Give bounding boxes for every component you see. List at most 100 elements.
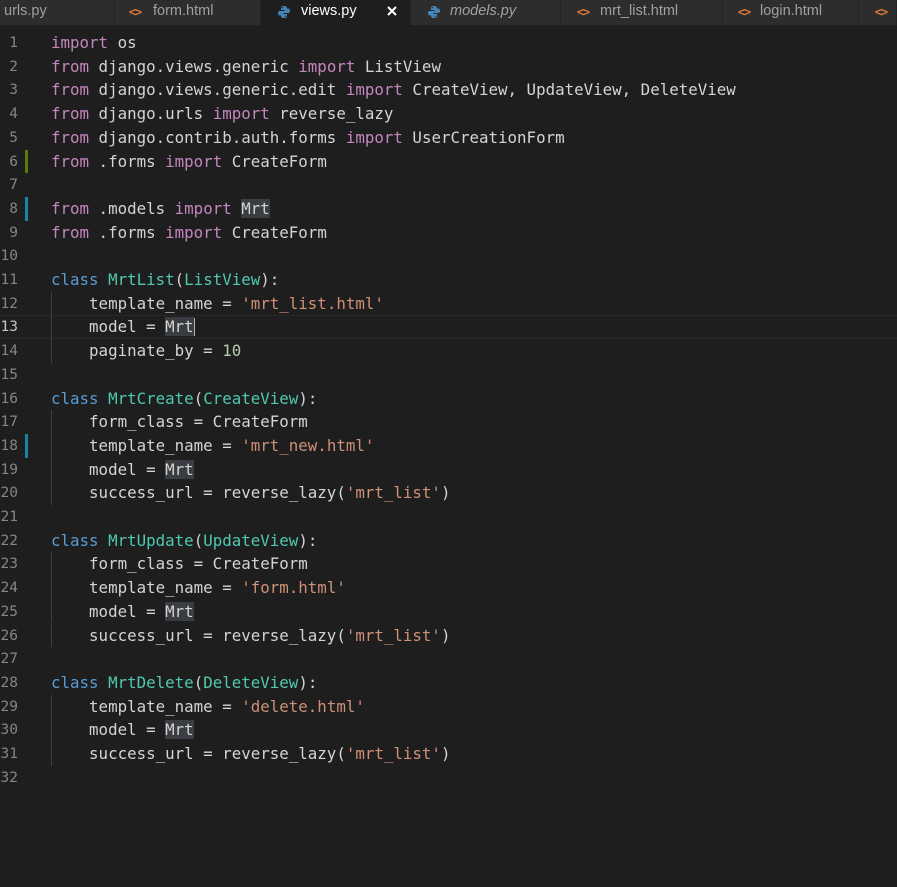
tab-login-html[interactable]: <> login.html bbox=[723, 0, 859, 25]
code-token: .forms bbox=[89, 151, 166, 171]
code-line[interactable]: 16 class MrtCreate(CreateView): bbox=[0, 387, 897, 411]
code-token: import bbox=[165, 151, 223, 171]
tab-form-html[interactable]: <> form.html bbox=[115, 0, 261, 25]
code-line[interactable]: 5 from django.contrib.auth.forms import U… bbox=[0, 126, 897, 150]
code-text: import os bbox=[51, 34, 137, 52]
code-line[interactable]: 3 from django.views.generic.edit import C… bbox=[0, 78, 897, 102]
close-icon[interactable] bbox=[384, 3, 400, 19]
code-token: template_name = bbox=[51, 578, 242, 598]
line-number: 30 bbox=[0, 722, 18, 739]
code-text: template_name = 'mrt_list.html' bbox=[51, 294, 384, 313]
code-token: CreateForm bbox=[222, 222, 327, 242]
code-token: 'form.html' bbox=[241, 578, 346, 598]
code-line[interactable]: 6 from .forms import CreateForm bbox=[0, 149, 897, 174]
code-editor[interactable]: 1 import os 2 from django.views.generic imp… bbox=[0, 25, 897, 887]
code-token: .forms bbox=[89, 222, 166, 242]
code-line[interactable]: 19 model = Mrt bbox=[0, 457, 897, 482]
code-token: Mrt bbox=[165, 317, 194, 337]
code-text: model = Mrt bbox=[51, 720, 194, 740]
line-number: 20 bbox=[0, 485, 18, 502]
code-line[interactable]: 4 from django.urls import reverse_lazy bbox=[0, 102, 897, 126]
code-line[interactable]: 22 class MrtUpdate(UpdateView): bbox=[0, 529, 897, 553]
code-line[interactable]: 20 success_url = reverse_lazy('mrt_list'… bbox=[0, 481, 897, 505]
code-text: paginate_by = 10 bbox=[51, 342, 241, 360]
code-line[interactable]: 7 bbox=[0, 173, 897, 197]
code-token: UpdateView bbox=[203, 530, 299, 550]
tab-mrt-list-html[interactable]: <> mrt_list.html bbox=[561, 0, 723, 25]
code-token: CreateView, UpdateView, DeleteView bbox=[402, 80, 736, 100]
line-number: 2 bbox=[9, 58, 18, 75]
code-line[interactable]: 28 class MrtDelete(DeleteView): bbox=[0, 671, 897, 695]
code-text: from django.views.generic.edit import Cr… bbox=[51, 81, 736, 99]
code-line[interactable]: 8 from .models import Mrt bbox=[0, 196, 897, 221]
git-modified-marker[interactable] bbox=[25, 196, 28, 221]
code-token: from bbox=[51, 80, 90, 100]
code-line[interactable]: 23 form_class = CreateForm bbox=[0, 552, 897, 577]
code-line[interactable]: 2 from django.views.generic import ListVi… bbox=[0, 55, 897, 79]
code-token: from bbox=[51, 56, 90, 76]
tab-label: models.py bbox=[450, 3, 517, 19]
code-token: .models bbox=[89, 198, 175, 218]
code-text: class MrtUpdate(UpdateView): bbox=[51, 530, 317, 550]
code-text: model = Mrt bbox=[51, 601, 194, 621]
line-number: 19 bbox=[0, 461, 18, 478]
code-line[interactable]: 14 paginate_by = 10 bbox=[0, 339, 897, 363]
tab-urls-py[interactable]: urls.py bbox=[0, 0, 115, 25]
code-line[interactable]: 27 bbox=[0, 647, 897, 671]
code-line[interactable]: 15 bbox=[0, 363, 897, 387]
html-icon: <> bbox=[874, 5, 888, 19]
line-number: 29 bbox=[0, 698, 18, 715]
line-number: 1 bbox=[9, 35, 18, 51]
code-token: template_name = bbox=[51, 435, 242, 455]
code-token: template_name = bbox=[51, 696, 242, 716]
code-line[interactable]: 31 success_url = reverse_lazy('mrt_list'… bbox=[0, 742, 897, 766]
code-token: ) bbox=[440, 744, 451, 763]
code-line[interactable]: 1 import os bbox=[0, 31, 897, 55]
code-text: success_url = reverse_lazy('mrt_list') bbox=[51, 626, 450, 645]
code-line[interactable]: 11 class MrtList(ListView): bbox=[0, 268, 897, 292]
git-modified-marker[interactable] bbox=[25, 433, 28, 458]
code-token: import bbox=[298, 56, 356, 76]
line-number: 14 bbox=[0, 343, 18, 360]
code-line[interactable]: 26 success_url = reverse_lazy('mrt_list'… bbox=[0, 623, 897, 648]
code-text: class MrtDelete(DeleteView): bbox=[51, 672, 317, 692]
code-token: import bbox=[174, 198, 232, 218]
code-text: template_name = 'form.html' bbox=[51, 579, 346, 597]
line-number: 7 bbox=[9, 177, 18, 194]
code-text: from .forms import CreateForm bbox=[51, 222, 327, 242]
code-line[interactable]: 17 form_class = CreateForm bbox=[0, 410, 897, 434]
code-token: UserCreationForm bbox=[402, 127, 565, 147]
tab-models-py[interactable]: models.py bbox=[411, 0, 561, 25]
code-line[interactable]: 29 template_name = 'delete.html' bbox=[0, 694, 897, 719]
line-number: 28 bbox=[0, 674, 18, 691]
line-number: 15 bbox=[0, 366, 18, 383]
code-line[interactable]: 30 model = Mrt bbox=[0, 718, 897, 742]
code-line[interactable]: 9 from .forms import CreateForm bbox=[0, 221, 897, 245]
code-line[interactable]: 12 template_name = 'mrt_list.html' bbox=[0, 291, 897, 316]
tab-label: views.py bbox=[301, 3, 357, 19]
code-line[interactable]: 18 template_name = 'mrt_new.html' bbox=[0, 433, 897, 458]
code-token: ( bbox=[193, 672, 204, 692]
tab-overflow[interactable]: <> bbox=[859, 0, 897, 25]
code-line[interactable]: 25 model = Mrt bbox=[0, 599, 897, 624]
code-line[interactable]: 13 model = Mrt bbox=[0, 315, 897, 340]
git-added-marker[interactable] bbox=[25, 149, 28, 174]
code-token: class bbox=[51, 672, 99, 692]
tab-views-py[interactable]: views.py bbox=[261, 0, 411, 25]
python-icon bbox=[276, 4, 292, 20]
code-token: ( bbox=[193, 530, 204, 550]
code-text: from django.urls import reverse_lazy bbox=[51, 105, 393, 123]
code-line[interactable]: 24 template_name = 'form.html' bbox=[0, 576, 897, 600]
code-token: MrtCreate bbox=[108, 388, 194, 408]
code-token: import bbox=[165, 222, 223, 242]
line-number: 16 bbox=[0, 390, 18, 407]
code-line[interactable]: 32 bbox=[0, 766, 897, 790]
code-text: from django.contrib.auth.forms import Us… bbox=[51, 127, 565, 147]
code-line[interactable]: 10 bbox=[0, 244, 897, 268]
html-icon: <> bbox=[737, 5, 751, 19]
code-line[interactable]: 21 bbox=[0, 505, 897, 529]
line-number: 11 bbox=[0, 272, 18, 288]
code-text: template_name = 'mrt_new.html' bbox=[51, 435, 374, 455]
